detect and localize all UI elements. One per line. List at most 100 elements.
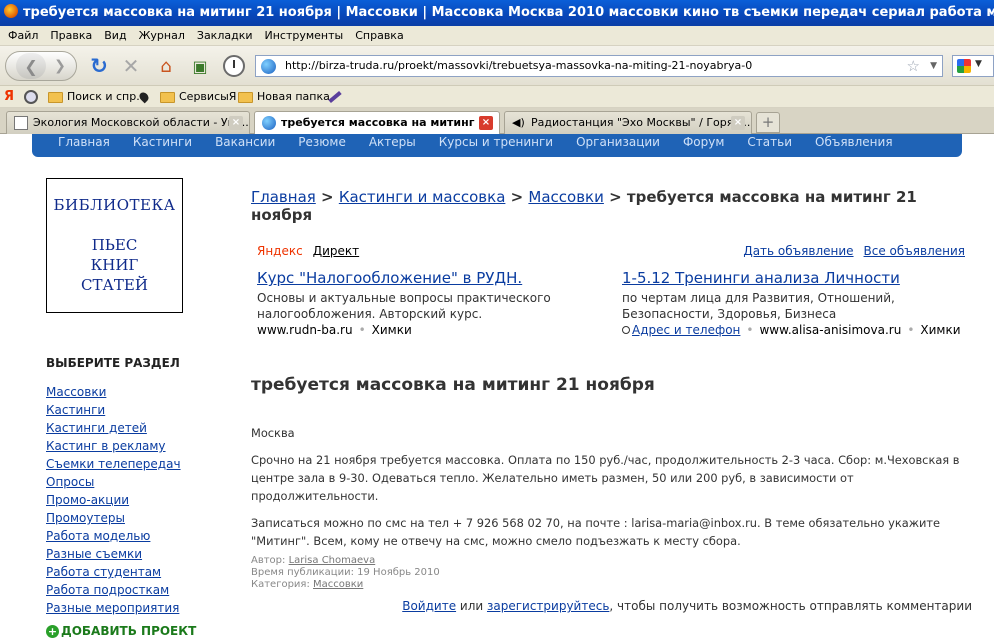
sidebar-link-model-work[interactable]: Работа моделью — [46, 529, 150, 543]
sidebar-link-tv-shows[interactable]: Съемки телепередач — [46, 457, 181, 471]
forward-arrow-icon[interactable]: ❯ — [54, 58, 66, 74]
category-line: Категория: Массовки — [251, 579, 440, 591]
close-tab-icon[interactable]: × — [229, 116, 243, 130]
tab-echo-moscow[interactable]: ◀) Радиостанция "Эхо Москвы" / Горяч... … — [504, 111, 752, 134]
sidebar-link-ad-castings[interactable]: Кастинг в рекламу — [46, 439, 166, 453]
article-paragraph: Срочно на 21 ноября требуется массовка. … — [251, 453, 960, 503]
tab-massovka[interactable]: требуется массовка на митинг ... × — [254, 111, 500, 135]
ad-site[interactable]: www.rudn-ba.ru — [257, 323, 353, 337]
nav-organizations[interactable]: Организации — [576, 134, 660, 151]
sidebar-link-students[interactable]: Работа студентам — [46, 565, 161, 579]
ad-city: Химки — [371, 323, 412, 337]
separator-dot: • — [358, 323, 366, 337]
library-banner[interactable]: БИБЛИОТЕКА ПЬЕС КНИГ СТАТЕЙ — [46, 178, 183, 313]
nav-castings[interactable]: Кастинги — [133, 134, 192, 151]
register-link[interactable]: зарегистрируйтесь — [487, 599, 609, 613]
yandex-direct-label: Яндекс Директ — [257, 244, 359, 258]
map-pin-icon[interactable] — [137, 86, 151, 108]
folder-icon — [48, 91, 63, 103]
url-text[interactable]: http://birza-truda.ru/proekt/massovki/tr… — [285, 56, 752, 76]
menu-view[interactable]: Вид — [98, 26, 132, 46]
comment-login-line: Войдите или зарегистрируйтесь, чтобы пол… — [402, 599, 972, 613]
banner-line-2: ПЬЕС — [91, 236, 138, 254]
author-label: Автор: — [251, 555, 286, 566]
ad-title-link[interactable]: Курс "Налогообложение" в РУДН. — [257, 268, 567, 288]
author-link[interactable]: Larisa Chomaeva — [289, 555, 376, 566]
sidebar-link-promoters[interactable]: Промоутеры — [46, 511, 125, 525]
pencil-icon[interactable] — [328, 86, 342, 108]
folder-icon — [160, 91, 175, 103]
login-link[interactable]: Войдите — [402, 599, 456, 613]
add-bookmark-icon[interactable]: ▣ — [187, 52, 213, 80]
tab-strip: Экология Московской области - Упр... × т… — [0, 108, 994, 135]
menu-edit[interactable]: Правка — [44, 26, 98, 46]
sidebar-link-massovki[interactable]: Массовки — [46, 385, 106, 399]
bookmarks-toolbar: Я Поиск и спр. СервисыЯ Новая папка — [0, 86, 994, 108]
menu-history[interactable]: Журнал — [133, 26, 191, 46]
sidebar-link-teens[interactable]: Работа подросткам — [46, 583, 169, 597]
new-tab-button[interactable]: + — [756, 112, 780, 133]
bookmark-services[interactable]: СервисыЯ — [160, 86, 236, 108]
address-bar[interactable]: http://birza-truda.ru/proekt/massovki/tr… — [255, 55, 943, 77]
history-icon[interactable] — [221, 52, 247, 80]
folder-icon — [238, 91, 253, 103]
ad-block: 1-5.12 Тренинги анализа Личности по черт… — [622, 268, 972, 338]
sidebar-link-kids-castings[interactable]: Кастинги детей — [46, 421, 147, 435]
nav-ads[interactable]: Объявления — [815, 134, 893, 151]
ad-text: Основы и актуальные вопросы практическог… — [257, 291, 551, 321]
menu-tools[interactable]: Инструменты — [259, 26, 350, 46]
sidebar-item: Кастинг в рекламу — [46, 438, 181, 456]
nav-home[interactable]: Главная — [58, 134, 110, 151]
category-link[interactable]: Массовки — [313, 579, 363, 590]
ad-title-link[interactable]: 1-5.12 Тренинги анализа Личности — [622, 268, 972, 288]
back-forward-group: ❮ ❯ — [5, 51, 77, 81]
url-dropdown-icon[interactable]: ▼ — [930, 56, 937, 76]
stop-icon[interactable]: ✕ — [119, 52, 143, 80]
breadcrumb-massovki[interactable]: Массовки — [528, 188, 603, 206]
bookmark-new-folder[interactable]: Новая папка — [238, 86, 330, 108]
sidebar-link-castings[interactable]: Кастинги — [46, 403, 105, 417]
yandex-mail-icon[interactable] — [24, 86, 38, 108]
menu-file[interactable]: Файл — [0, 26, 44, 46]
article-meta: Автор: Larisa Chomaeva Время публикации:… — [251, 555, 440, 591]
bookmark-search[interactable]: Поиск и спр. — [48, 86, 140, 108]
breadcrumb-castings[interactable]: Кастинги и массовка — [339, 188, 506, 206]
document-icon — [14, 116, 28, 130]
comment-note: , чтобы получить возможность отправлять … — [609, 599, 972, 613]
sidebar-link-various-shoots[interactable]: Разные съемки — [46, 547, 142, 561]
sidebar-link-polls[interactable]: Опросы — [46, 475, 94, 489]
nav-resume[interactable]: Резюме — [298, 134, 346, 151]
address-phone-link[interactable]: Адрес и телефон — [632, 323, 740, 337]
back-arrow-icon[interactable]: ❮ — [16, 53, 47, 79]
yandex-label[interactable]: Яндекс — [257, 244, 303, 258]
add-project-button[interactable]: + ДОБАВИТЬ ПРОЕКТ — [46, 624, 196, 638]
nav-courses[interactable]: Курсы и тренинги — [439, 134, 553, 151]
breadcrumb-separator: > — [603, 188, 627, 206]
clock-icon — [223, 55, 245, 77]
nav-actors[interactable]: Актеры — [369, 134, 416, 151]
sidebar-item: Кастинги детей — [46, 420, 181, 438]
reload-icon[interactable]: ↻ — [87, 52, 111, 80]
home-icon[interactable]: ⌂ — [153, 52, 179, 80]
search-engine-selector[interactable]: ▼ — [952, 55, 994, 77]
nav-articles[interactable]: Статьи — [747, 134, 792, 151]
nav-vacancies[interactable]: Вакансии — [215, 134, 275, 151]
tab-ecology[interactable]: Экология Московской области - Упр... × — [6, 111, 250, 134]
menu-bookmarks[interactable]: Закладки — [191, 26, 259, 46]
direct-link[interactable]: Директ — [313, 244, 359, 258]
breadcrumb-home[interactable]: Главная — [251, 188, 316, 206]
all-ads-link[interactable]: Все объявления — [864, 244, 965, 258]
menu-help[interactable]: Справка — [349, 26, 409, 46]
ad-meta: Адрес и телефон • www.alisa-anisimova.ru • Х… — [622, 322, 972, 338]
sidebar-link-promo[interactable]: Промо-акции — [46, 493, 129, 507]
ad-site[interactable]: www.alisa-anisimova.ru — [759, 323, 901, 337]
give-ad-link[interactable]: Дать объявление — [743, 244, 853, 258]
close-tab-icon[interactable]: × — [479, 116, 493, 130]
yandex-bar-icon[interactable]: Я — [4, 86, 14, 108]
bookmark-star-icon[interactable]: ☆ — [907, 56, 920, 76]
phone-icon — [622, 326, 630, 334]
close-tab-icon[interactable]: × — [731, 116, 745, 130]
site-favicon-icon — [261, 59, 276, 74]
sidebar-link-events[interactable]: Разные мероприятия — [46, 601, 179, 615]
nav-forum[interactable]: Форум — [683, 134, 724, 151]
